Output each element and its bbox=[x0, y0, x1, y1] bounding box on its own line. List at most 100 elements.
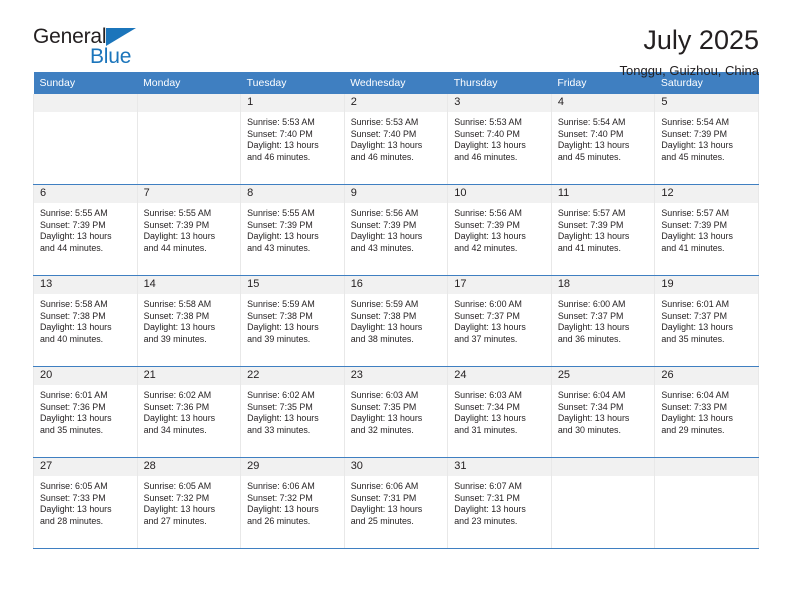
title-block: July 2025 Tonggu, Guizhou, China bbox=[620, 26, 759, 79]
day-cell[interactable]: 9 Sunrise: 5:56 AM Sunset: 7:39 PM Dayli… bbox=[343, 184, 449, 276]
day-cell[interactable]: 24 Sunrise: 6:03 AM Sunset: 7:34 PM Dayl… bbox=[447, 366, 552, 458]
day-number: 10 bbox=[448, 185, 551, 203]
day-cell[interactable]: 29 Sunrise: 6:06 AM Sunset: 7:32 PM Dayl… bbox=[240, 457, 345, 549]
daylight-text-line2: and 39 minutes. bbox=[143, 333, 207, 344]
daylight-text-line1: Daylight: 13 hours bbox=[247, 140, 319, 151]
daylight-text-line2: and 41 minutes. bbox=[557, 242, 621, 253]
day-cell[interactable]: 27 Sunrise: 6:05 AM Sunset: 7:33 PM Dayl… bbox=[33, 457, 138, 549]
calendar-grid: Sunday Monday Tuesday Wednesday Thursday… bbox=[33, 72, 759, 549]
daylight-text-line2: and 23 minutes. bbox=[454, 515, 518, 526]
day-cell[interactable]: 8 Sunrise: 5:55 AM Sunset: 7:39 PM Dayli… bbox=[240, 184, 345, 276]
day-cell[interactable]: 25 Sunrise: 6:04 AM Sunset: 7:34 PM Dayl… bbox=[550, 366, 656, 458]
daylight-text-line2: and 26 minutes. bbox=[247, 515, 311, 526]
sunset-text: Sunset: 7:39 PM bbox=[143, 219, 210, 230]
day-cell[interactable]: 23 Sunrise: 6:03 AM Sunset: 7:35 PM Dayl… bbox=[343, 366, 449, 458]
sunrise-text: Sunrise: 5:53 AM bbox=[454, 117, 522, 127]
day-cell[interactable]: 18 Sunrise: 6:00 AM Sunset: 7:37 PM Dayl… bbox=[550, 275, 656, 367]
day-cell[interactable]: 17 Sunrise: 6:00 AM Sunset: 7:37 PM Dayl… bbox=[447, 275, 552, 367]
sunset-text: Sunset: 7:36 PM bbox=[40, 401, 106, 412]
sunrise-text: Sunrise: 6:01 AM bbox=[661, 299, 729, 309]
daylight-text-line1: Daylight: 13 hours bbox=[247, 413, 319, 424]
day-cell[interactable] bbox=[33, 94, 138, 185]
day-cell[interactable]: 6 Sunrise: 5:55 AM Sunset: 7:39 PM Dayli… bbox=[33, 184, 138, 276]
daylight-text-line2: and 41 minutes. bbox=[661, 242, 725, 253]
day-cell[interactable]: 7 Sunrise: 5:55 AM Sunset: 7:39 PM Dayli… bbox=[136, 184, 242, 276]
day-number: 29 bbox=[241, 458, 344, 476]
calendar-week-row: 20 Sunrise: 6:01 AM Sunset: 7:36 PM Dayl… bbox=[33, 366, 759, 458]
day-cell[interactable]: 2 Sunrise: 5:53 AM Sunset: 7:40 PM Dayli… bbox=[343, 94, 449, 185]
sunset-text: Sunset: 7:39 PM bbox=[661, 128, 727, 139]
sunset-text: Sunset: 7:39 PM bbox=[247, 219, 313, 230]
day-cell[interactable]: 28 Sunrise: 6:05 AM Sunset: 7:32 PM Dayl… bbox=[136, 457, 242, 549]
day-cell[interactable]: 10 Sunrise: 5:56 AM Sunset: 7:39 PM Dayl… bbox=[447, 184, 552, 276]
day-cell[interactable]: 14 Sunrise: 5:58 AM Sunset: 7:38 PM Dayl… bbox=[136, 275, 242, 367]
brand-logo[interactable]: General Blue bbox=[33, 26, 158, 72]
daylight-text-line2: and 43 minutes. bbox=[247, 242, 311, 253]
sunset-text: Sunset: 7:31 PM bbox=[350, 492, 417, 503]
day-cell[interactable]: 11 Sunrise: 5:57 AM Sunset: 7:39 PM Dayl… bbox=[550, 184, 656, 276]
day-cell[interactable]: 15 Sunrise: 5:59 AM Sunset: 7:38 PM Dayl… bbox=[240, 275, 345, 367]
weekday-header-monday: Monday bbox=[137, 72, 241, 94]
daylight-text-line2: and 45 minutes. bbox=[661, 151, 725, 162]
day-cell[interactable] bbox=[136, 94, 242, 185]
day-number: 28 bbox=[137, 458, 241, 476]
daylight-text-line2: and 45 minutes. bbox=[557, 151, 621, 162]
day-cell[interactable]: 1 Sunrise: 5:53 AM Sunset: 7:40 PM Dayli… bbox=[240, 94, 345, 185]
day-cell[interactable]: 12 Sunrise: 5:57 AM Sunset: 7:39 PM Dayl… bbox=[654, 184, 759, 276]
sunrise-text: Sunrise: 6:03 AM bbox=[454, 390, 522, 400]
sunset-text: Sunset: 7:33 PM bbox=[661, 401, 727, 412]
sunset-text: Sunset: 7:39 PM bbox=[40, 219, 106, 230]
daylight-text-line1: Daylight: 13 hours bbox=[350, 504, 423, 515]
day-info: Sunrise: 5:54 AM Sunset: 7:40 PM Dayligh… bbox=[552, 112, 655, 163]
sunset-text: Sunset: 7:37 PM bbox=[557, 310, 624, 321]
daylight-text-line1: Daylight: 13 hours bbox=[557, 140, 630, 151]
page-masthead: General Blue July 2025 Tonggu, Guizhou, … bbox=[33, 0, 759, 79]
day-cell[interactable]: 26 Sunrise: 6:04 AM Sunset: 7:33 PM Dayl… bbox=[654, 366, 759, 458]
day-info: Sunrise: 5:58 AM Sunset: 7:38 PM Dayligh… bbox=[34, 294, 137, 345]
sunrise-text: Sunrise: 6:07 AM bbox=[454, 481, 522, 491]
day-cell[interactable]: 19 Sunrise: 6:01 AM Sunset: 7:37 PM Dayl… bbox=[654, 275, 759, 367]
daylight-text-line2: and 35 minutes. bbox=[661, 333, 725, 344]
day-number: 22 bbox=[241, 367, 344, 385]
calendar-week-row: 27 Sunrise: 6:05 AM Sunset: 7:33 PM Dayl… bbox=[33, 457, 759, 549]
brand-name-general: General bbox=[33, 25, 107, 48]
daylight-text-line1: Daylight: 13 hours bbox=[454, 322, 526, 333]
calendar-week-row: 1 Sunrise: 5:53 AM Sunset: 7:40 PM Dayli… bbox=[33, 94, 759, 185]
day-cell[interactable]: 30 Sunrise: 6:06 AM Sunset: 7:31 PM Dayl… bbox=[343, 457, 449, 549]
day-number: 2 bbox=[344, 94, 448, 112]
daylight-text-line2: and 27 minutes. bbox=[143, 515, 207, 526]
day-number: 11 bbox=[551, 185, 655, 203]
day-number: 24 bbox=[448, 367, 551, 385]
day-cell[interactable]: 22 Sunrise: 6:02 AM Sunset: 7:35 PM Dayl… bbox=[240, 366, 345, 458]
day-info: Sunrise: 5:56 AM Sunset: 7:39 PM Dayligh… bbox=[448, 203, 551, 254]
day-cell[interactable]: 16 Sunrise: 5:59 AM Sunset: 7:38 PM Dayl… bbox=[343, 275, 449, 367]
day-cell[interactable]: 31 Sunrise: 6:07 AM Sunset: 7:31 PM Dayl… bbox=[447, 457, 552, 549]
sunrise-text: Sunrise: 6:01 AM bbox=[40, 390, 108, 400]
sunrise-text: Sunrise: 6:00 AM bbox=[557, 299, 626, 309]
sunrise-text: Sunrise: 5:55 AM bbox=[247, 208, 315, 218]
day-cell[interactable]: 4 Sunrise: 5:54 AM Sunset: 7:40 PM Dayli… bbox=[550, 94, 656, 185]
day-number: 6 bbox=[34, 185, 137, 203]
day-cell[interactable]: 21 Sunrise: 6:02 AM Sunset: 7:36 PM Dayl… bbox=[136, 366, 242, 458]
sunrise-text: Sunrise: 6:05 AM bbox=[40, 481, 108, 491]
day-cell[interactable] bbox=[654, 457, 759, 549]
day-cell[interactable]: 20 Sunrise: 6:01 AM Sunset: 7:36 PM Dayl… bbox=[33, 366, 138, 458]
sunset-text: Sunset: 7:35 PM bbox=[247, 401, 313, 412]
sunrise-text: Sunrise: 5:59 AM bbox=[247, 299, 315, 309]
day-cell[interactable]: 5 Sunrise: 5:54 AM Sunset: 7:39 PM Dayli… bbox=[654, 94, 759, 185]
day-number: 4 bbox=[551, 94, 655, 112]
day-cell[interactable] bbox=[550, 457, 656, 549]
daylight-text-line1: Daylight: 13 hours bbox=[143, 231, 216, 242]
daylight-text-line2: and 36 minutes. bbox=[557, 333, 621, 344]
daylight-text-line2: and 34 minutes. bbox=[143, 424, 207, 435]
sunrise-text: Sunrise: 5:55 AM bbox=[40, 208, 108, 218]
daylight-text-line2: and 32 minutes. bbox=[350, 424, 414, 435]
day-number: 9 bbox=[344, 185, 448, 203]
sunset-text: Sunset: 7:40 PM bbox=[557, 128, 624, 139]
day-cell[interactable]: 3 Sunrise: 5:53 AM Sunset: 7:40 PM Dayli… bbox=[447, 94, 552, 185]
daylight-text-line1: Daylight: 13 hours bbox=[350, 413, 423, 424]
day-number: 15 bbox=[241, 276, 344, 294]
sunset-text: Sunset: 7:38 PM bbox=[350, 310, 417, 321]
day-info: Sunrise: 5:58 AM Sunset: 7:38 PM Dayligh… bbox=[138, 294, 241, 345]
day-cell[interactable]: 13 Sunrise: 5:58 AM Sunset: 7:38 PM Dayl… bbox=[33, 275, 138, 367]
